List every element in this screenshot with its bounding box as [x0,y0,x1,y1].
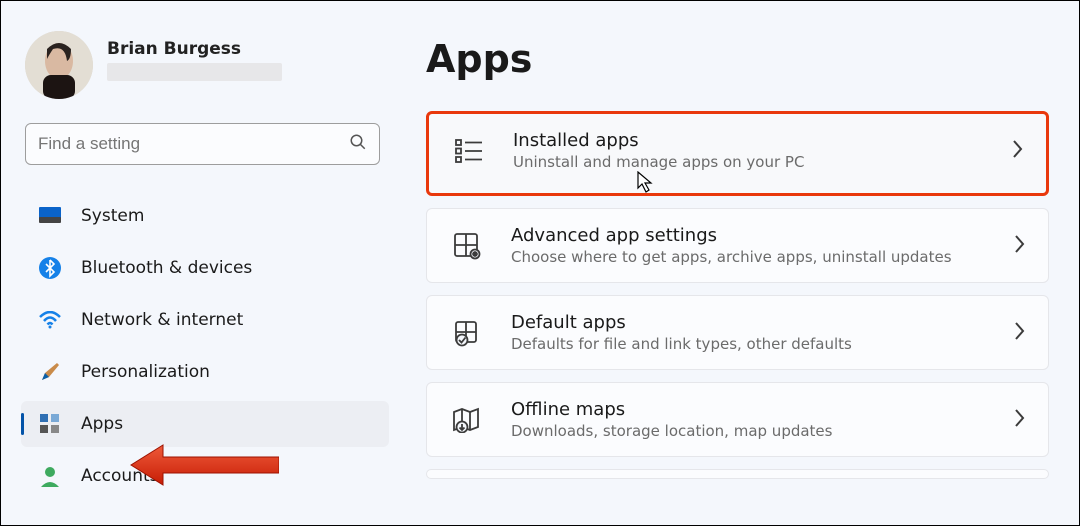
paintbrush-icon [39,361,61,383]
avatar [25,31,93,99]
chevron-right-icon [1010,138,1024,164]
nav-network[interactable]: Network & internet [21,297,396,343]
main-content: Apps Installed apps Uninstall and manage… [396,1,1079,525]
search-input[interactable] [38,134,349,154]
card-desc: Choose where to get apps, archive apps, … [511,248,1012,266]
bluetooth-icon [39,257,61,279]
chevron-right-icon [1012,407,1026,433]
card-desc: Uninstall and manage apps on your PC [513,153,1010,171]
chevron-right-icon [1012,320,1026,346]
account-profile[interactable]: Brian Burgess [21,31,396,99]
nav-personalization[interactable]: Personalization [21,349,396,395]
card-partial[interactable] [426,469,1049,479]
map-icon [449,402,485,438]
card-installed-apps[interactable]: Installed apps Uninstall and manage apps… [426,111,1049,196]
card-advanced-app-settings[interactable]: Advanced app settings Choose where to ge… [426,208,1049,283]
card-title: Default apps [511,312,1012,333]
account-email-redacted [107,63,282,81]
wifi-icon [39,309,61,331]
card-title: Offline maps [511,399,1012,420]
card-default-apps[interactable]: Default apps Defaults for file and link … [426,295,1049,370]
card-offline-maps[interactable]: Offline maps Downloads, storage location… [426,382,1049,457]
settings-nav: System Bluetooth & devices Network & int… [21,193,396,505]
apps-icon [39,413,61,435]
page-title: Apps [426,37,1049,81]
mouse-cursor-icon [637,171,655,197]
installed-apps-icon [451,133,487,169]
card-desc: Defaults for file and link types, other … [511,335,1012,353]
default-apps-icon [449,315,485,351]
nav-system[interactable]: System [21,193,396,239]
nav-bluetooth[interactable]: Bluetooth & devices [21,245,396,291]
account-name: Brian Burgess [107,39,282,59]
advanced-app-icon [449,228,485,264]
search-icon [349,133,367,155]
chevron-right-icon [1012,233,1026,259]
person-icon [39,465,61,487]
nav-accounts[interactable]: Accounts [21,453,396,499]
card-title: Installed apps [513,130,1010,151]
card-title: Advanced app settings [511,225,1012,246]
nav-apps[interactable]: Apps [21,401,389,447]
search-box[interactable] [25,123,380,165]
sidebar: Brian Burgess System [1,1,396,525]
card-desc: Downloads, storage location, map updates [511,422,1012,440]
system-icon [39,205,61,227]
